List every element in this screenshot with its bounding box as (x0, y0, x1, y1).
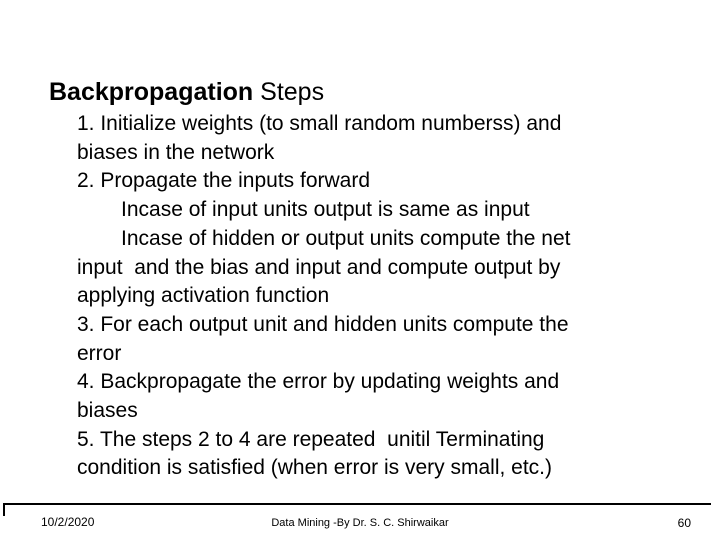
slide-body: 1. Initialize weights (to small random n… (77, 110, 677, 483)
body-line: 1. Initialize weights (to small random n… (77, 112, 562, 135)
slide-title-rest: Steps (253, 77, 325, 106)
footer-page-number: 60 (677, 516, 691, 530)
body-line: Incase of input units output is same as … (121, 198, 530, 222)
body-line: biases (77, 399, 138, 423)
footer-divider (3, 503, 711, 505)
body-line: Incase of hidden or output units compute… (121, 226, 571, 250)
body-line: applying activation function (77, 284, 330, 308)
body-line: input and the bias and input and compute… (77, 255, 561, 279)
body-line: 3. For each output unit and hidden units… (77, 312, 569, 336)
body-line: 4. Backpropagate the error by updating w… (77, 370, 560, 394)
body-line: error (77, 341, 122, 365)
slide-title: Backpropagation Steps (49, 77, 689, 107)
body-line: 2. Propagate the inputs forward (77, 169, 371, 193)
slide-footer: 10/2/2020 Data Mining -By Dr. S. C. Shir… (0, 511, 720, 540)
footer-attribution: Data Mining -By Dr. S. C. Shirwaikar (271, 517, 449, 529)
slide-title-strong: Backpropagation (49, 77, 254, 106)
body-line: 5. The steps 2 to 4 are repeated unitil … (77, 427, 545, 451)
body-line: condition is satisfied (when error is ve… (77, 456, 552, 480)
slide: Backpropagation Steps 1. Initialize weig… (0, 0, 720, 540)
body-line: biases in the network (77, 140, 275, 164)
